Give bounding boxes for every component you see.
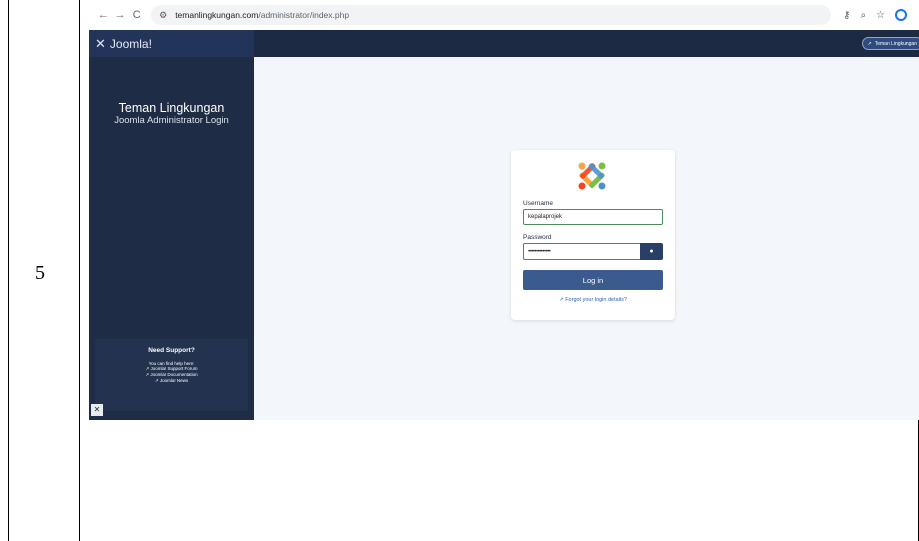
support-heading: Need Support? (148, 347, 195, 354)
browser-toolbar: ← → C ⚙ temanlingkungan.com/administrato… (89, 0, 919, 30)
url-path: /administrator/index.php (258, 10, 350, 20)
screenshot: ← → C ⚙ temanlingkungan.com/administrato… (89, 0, 919, 420)
username-input[interactable]: kepalaprojek (523, 209, 663, 225)
site-settings-icon[interactable]: ⚙ (159, 10, 167, 21)
news-link[interactable]: ↗ Joomla! News (95, 378, 248, 384)
key-icon[interactable]: ⚷ (843, 10, 850, 21)
eye-icon: ● (649, 248, 654, 255)
url-host: temanlingkungan.com (175, 10, 259, 20)
address-bar[interactable]: ⚙ temanlingkungan.com/administrator/inde… (151, 5, 832, 25)
profile-icon[interactable] (895, 9, 908, 21)
view-site-button[interactable]: ↗ Teman Lingkungan (861, 37, 919, 50)
reload-icon[interactable]: C (128, 9, 145, 21)
brand-text: Joomla! (109, 36, 152, 51)
login-subtitle: Joomla Administrator Login (114, 115, 229, 126)
password-input[interactable]: •••••••••••••• (523, 243, 640, 260)
forward-icon[interactable]: → (112, 9, 129, 21)
login-button[interactable]: Log in (523, 270, 663, 290)
site-button-label: Teman Lingkungan (874, 40, 917, 47)
back-icon[interactable]: ← (95, 9, 112, 21)
show-password-button[interactable]: ● (640, 243, 663, 260)
row-number: 5 (35, 262, 45, 284)
site-title: Teman Lingkungan (118, 101, 225, 115)
joomla-header: ✕ Joomla! ↗ Teman Lingkungan (89, 30, 919, 57)
username-label: Username (523, 200, 553, 207)
login-card: Username kepalaprojek Password •••••••••… (511, 150, 675, 320)
joomla-mini-logo-icon: ✕ (91, 404, 103, 416)
document-table: 5 ← → C ⚙ temanlingkungan.com/administra… (8, 0, 919, 541)
external-link-icon: ↗ (867, 40, 872, 47)
password-group: •••••••••••••• ● (523, 243, 663, 260)
main-content: Username kepalaprojek Password •••••••••… (254, 57, 919, 420)
joomla-logo-icon: ✕ (95, 35, 106, 51)
table-column-divider (79, 0, 80, 541)
star-icon[interactable]: ☆ (876, 10, 885, 21)
joomla-logo-icon (578, 162, 606, 190)
zoom-icon[interactable]: ⌕ (860, 10, 866, 21)
support-box: Need Support? You can find help here: ↗ … (95, 339, 248, 411)
forgot-login-link[interactable]: ↗ Forgot your login details? (511, 297, 675, 303)
sidebar: Teman Lingkungan Joomla Administrator Lo… (89, 57, 254, 420)
password-label: Password (523, 234, 552, 241)
joomla-brand[interactable]: ✕ Joomla! (89, 30, 254, 57)
